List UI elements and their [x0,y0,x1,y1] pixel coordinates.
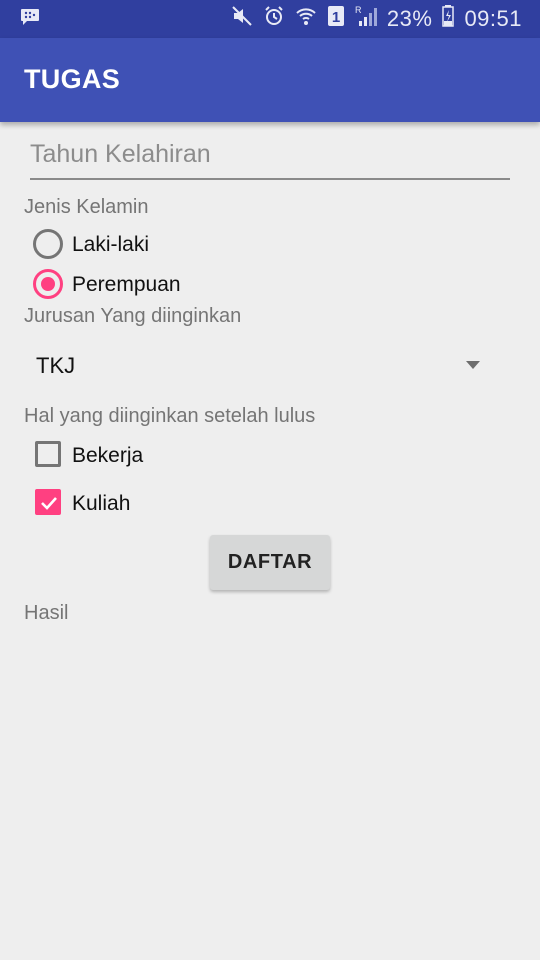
checkbox-label-bekerja[interactable]: Bekerja [72,444,143,468]
radio-perempuan[interactable] [33,269,63,299]
mute-icon [231,5,253,33]
birth-year-input[interactable] [30,136,510,180]
battery-percent: 23% [386,6,433,31]
wifi-icon [295,5,317,33]
dropdown-arrow-icon [466,361,480,369]
signal-icon: R [355,5,377,33]
app-bar: TUGAS [0,38,540,122]
check-icon [41,497,57,510]
clock-time: 09:51 [464,6,522,31]
svg-text:R: R [355,5,362,15]
daftar-button[interactable]: DAFTAR [210,535,330,590]
app-title: TUGAS [24,64,120,94]
alarm-icon [263,5,285,33]
radio-label-perempuan[interactable]: Perempuan [72,273,181,297]
sim-icon: 1 [327,5,345,33]
major-spinner[interactable]: TKJ [24,340,494,392]
result-text: Hasil [24,602,69,624]
checkbox-kuliah[interactable] [35,489,61,515]
gender-label: Jenis Kelamin [24,196,149,218]
checkbox-bekerja[interactable] [35,441,61,467]
battery-icon [442,5,455,33]
radio-label-laki-laki[interactable]: Laki-laki [72,233,149,257]
sim-number: 1 [332,9,340,26]
radio-laki-laki[interactable] [33,229,63,259]
messenger-icon [20,9,40,30]
major-label: Jurusan Yang diinginkan [24,305,242,327]
status-bar: 1 R 23% 09:51 [0,0,540,38]
checkbox-label-kuliah[interactable]: Kuliah [72,492,130,516]
major-selected-value: TKJ [36,353,76,378]
goal-label: Hal yang diinginkan setelah lulus [24,405,316,427]
